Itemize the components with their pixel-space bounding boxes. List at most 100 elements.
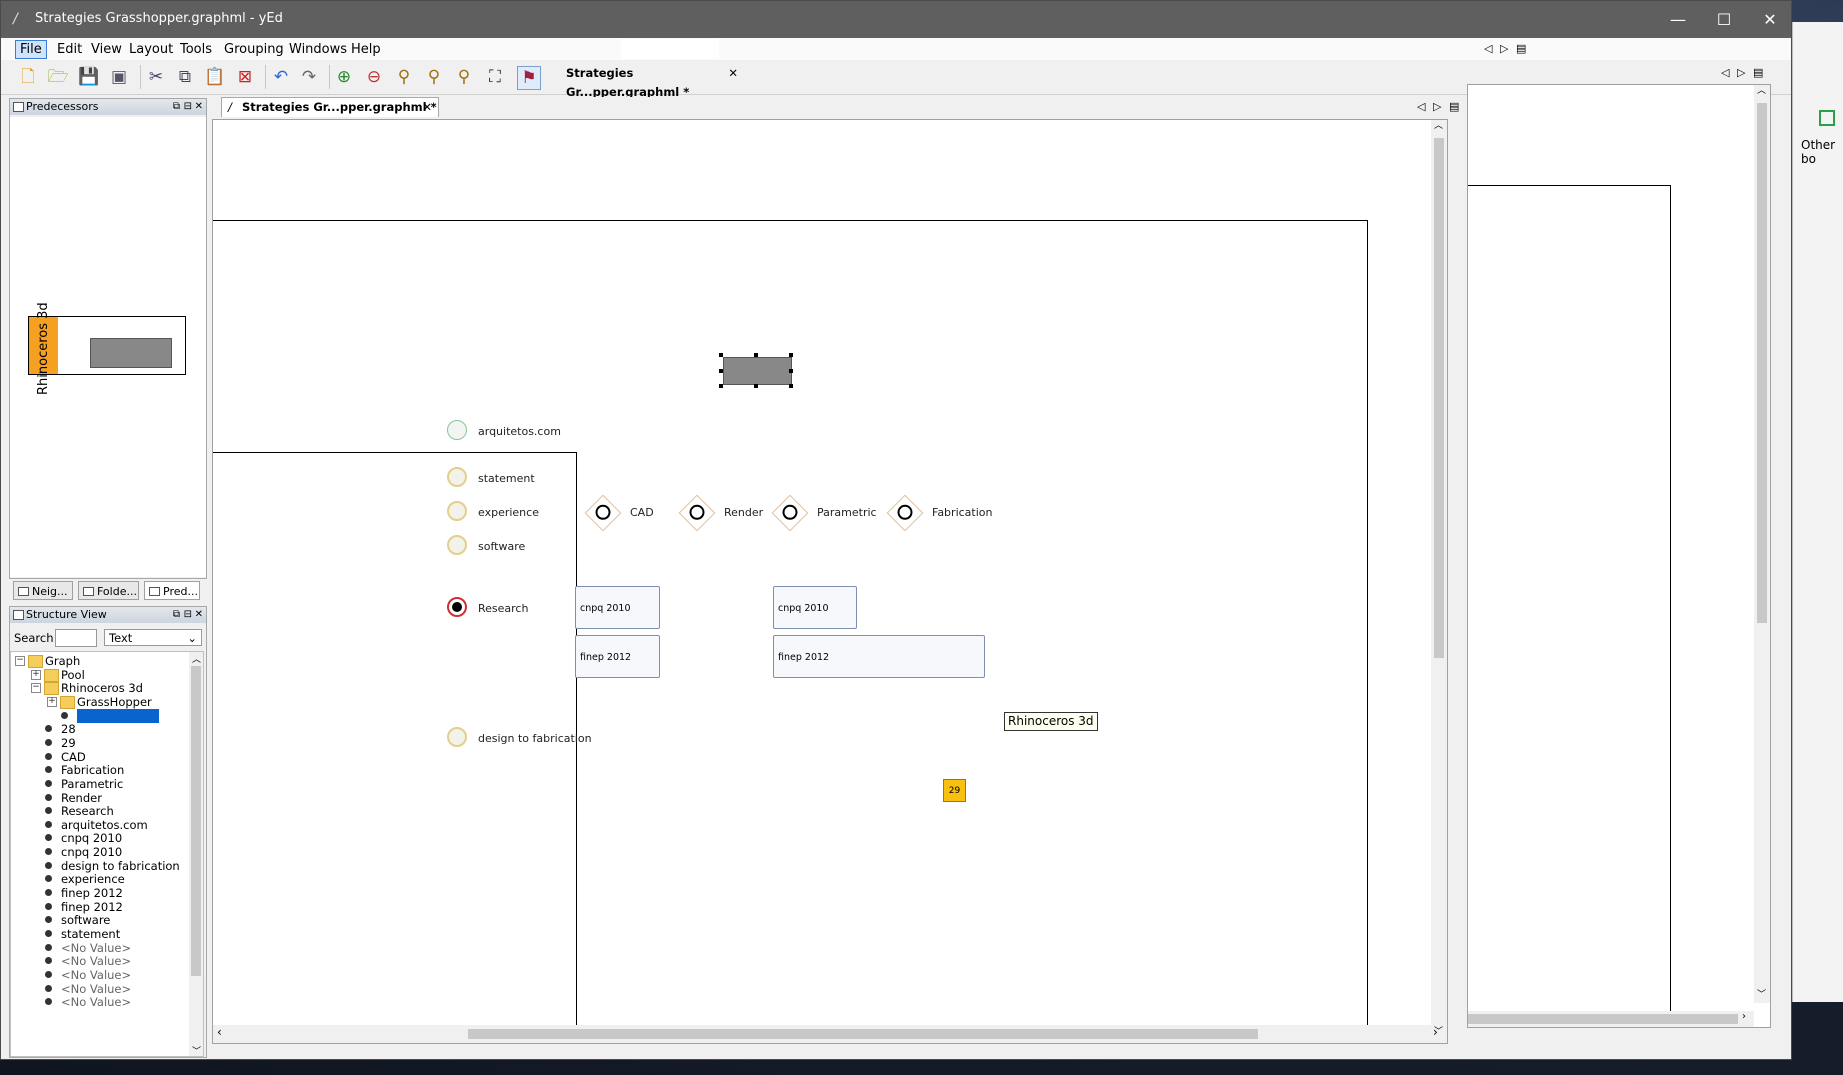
panel-float-icon[interactable]: ⧉: [173, 607, 180, 623]
tree-item[interactable]: Fabrication: [11, 763, 181, 777]
toolbar-doc-tab[interactable]: Strategies Gr...pper.graphml * ✕: [546, 64, 744, 99]
tab-neighborhood[interactable]: Neig...: [13, 581, 73, 600]
node-29[interactable]: 29: [943, 779, 966, 802]
tree-item[interactable]: <No Value>: [11, 995, 181, 1009]
node-finep-2012-a[interactable]: finep 2012: [575, 635, 660, 678]
tab-list-icon[interactable]: ▤: [1449, 100, 1459, 113]
fit-content-icon[interactable]: ⚲: [423, 66, 445, 88]
expand-icon[interactable]: +: [47, 696, 57, 707]
scroll-up-icon[interactable]: ︿: [1434, 120, 1443, 131]
scroll-up-icon[interactable]: ︿: [1757, 83, 1766, 96]
cut-icon[interactable]: ✂: [145, 66, 167, 88]
scroll-down-icon[interactable]: ﹀: [1757, 987, 1766, 1000]
tree-folder-item[interactable]: − Graph: [11, 654, 181, 668]
export-icon[interactable]: ▣: [108, 66, 130, 88]
tree-item[interactable]: cnpq 2010: [11, 845, 181, 859]
maximize-button[interactable]: ☐: [1701, 1, 1747, 38]
tree-item[interactable]: statement: [11, 927, 181, 941]
resize-handle[interactable]: [789, 353, 793, 357]
tree-item[interactable]: <No Value>: [11, 968, 181, 982]
menu-grouping[interactable]: Grouping: [220, 41, 288, 58]
menu-tools[interactable]: Tools: [176, 41, 216, 58]
secondary-hscroll[interactable]: ›: [1468, 1011, 1754, 1027]
paste-icon[interactable]: 📋: [204, 66, 226, 88]
toolbar-doc-tab-close-icon[interactable]: ✕: [728, 64, 738, 83]
tab-list-icon[interactable]: ▤: [1753, 66, 1763, 79]
tree-folder-item[interactable]: + GrassHopper: [11, 695, 181, 709]
tree-item[interactable]: cnpq 2010: [11, 831, 181, 845]
panel-float-icon[interactable]: ⧉: [173, 99, 180, 115]
tree-item[interactable]: <No Value>: [11, 941, 181, 955]
panel-close-icon[interactable]: ✕: [195, 99, 203, 115]
menu-quick-search[interactable]: [621, 39, 719, 59]
tab-scroll-left-icon[interactable]: ◁: [1721, 66, 1729, 79]
editor-doc-tab[interactable]: / Strategies Gr...pper.graphml * ✕: [221, 97, 439, 117]
scroll-left-icon[interactable]: ‹: [217, 1025, 222, 1039]
fit-window-icon[interactable]: ⛶: [484, 66, 506, 88]
node-finep-2012-b[interactable]: finep 2012: [773, 635, 985, 678]
expand-icon[interactable]: +: [31, 669, 41, 680]
tree-item[interactable]: software: [11, 913, 181, 927]
selected-node[interactable]: [723, 357, 792, 385]
collapse-icon[interactable]: −: [15, 656, 25, 666]
resize-handle[interactable]: [754, 384, 758, 388]
tree-item[interactable]: 28: [11, 722, 181, 736]
node-research[interactable]: [447, 597, 467, 617]
search-mode-select[interactable]: Text ⌄: [104, 629, 202, 646]
new-document-icon[interactable]: 🗋: [17, 66, 39, 88]
canvas-hscroll[interactable]: ‹ ›: [213, 1025, 1438, 1043]
tree-item[interactable]: Render: [11, 791, 181, 805]
tab-scroll-right-icon[interactable]: ▷: [1433, 100, 1441, 113]
graph-view-icon[interactable]: ⚑: [517, 66, 541, 90]
menu-edit[interactable]: Edit: [53, 41, 86, 58]
tree-item[interactable]: experience: [11, 872, 181, 886]
node-cnpq-2010-a[interactable]: cnpq 2010: [575, 586, 660, 629]
minimize-button[interactable]: —: [1655, 1, 1701, 38]
tree-item[interactable]: Research: [11, 804, 181, 818]
close-button[interactable]: ✕: [1747, 1, 1793, 38]
resize-handle[interactable]: [789, 384, 793, 388]
scroll-up-icon[interactable]: ︿: [192, 652, 201, 665]
node-cnpq-2010-b[interactable]: cnpq 2010: [773, 586, 857, 629]
panel-close-icon[interactable]: ✕: [195, 607, 203, 623]
resize-handle[interactable]: [719, 384, 723, 388]
scroll-right-icon[interactable]: ›: [1742, 1011, 1746, 1022]
secondary-canvas[interactable]: ︿ ﹀ ›: [1467, 84, 1771, 1028]
tab-folders[interactable]: Folde...: [78, 581, 139, 600]
tab-scroll-left-icon[interactable]: ◁: [1417, 100, 1425, 113]
tree-item[interactable]: Parametric: [11, 777, 181, 791]
delete-icon[interactable]: ⊠: [234, 66, 256, 88]
tree-item[interactable]: finep 2012: [11, 900, 181, 914]
menu-scroll-left-icon[interactable]: ◁: [1484, 42, 1492, 55]
undo-icon[interactable]: ↶: [270, 66, 292, 88]
node-software[interactable]: [447, 535, 467, 555]
resize-handle[interactable]: [789, 369, 793, 373]
copy-icon[interactable]: ⧉: [174, 66, 196, 88]
menu-scroll-right-icon[interactable]: ▷: [1500, 42, 1508, 55]
resize-handle[interactable]: [754, 353, 758, 357]
zoom-in-icon[interactable]: ⊕: [333, 66, 355, 88]
zoom-original-icon[interactable]: ⚲: [393, 66, 415, 88]
canvas-vscroll[interactable]: ︿ ﹀: [1431, 120, 1447, 1043]
tree-folder-item[interactable]: − Rhinoceros 3d: [11, 681, 181, 696]
node-arquitetos[interactable]: [447, 420, 467, 440]
tree-item[interactable]: <No Value>: [11, 982, 181, 996]
tree-scrollbar[interactable]: ︿ ﹀: [189, 652, 203, 1056]
node-statement[interactable]: [447, 467, 467, 487]
menu-layout[interactable]: Layout: [125, 41, 177, 58]
structure-tree[interactable]: − Graph + Pool − Rhinoceros 3d + GrassHopper <No…: [10, 651, 204, 1057]
tree-item[interactable]: design to fabrication: [11, 859, 181, 873]
predecessors-preview[interactable]: Rhinoceros 3d: [10, 117, 206, 577]
panel-pin-icon[interactable]: ⊟: [184, 99, 192, 115]
tree-item[interactable]: <No Value>: [11, 708, 181, 723]
tree-item[interactable]: CAD: [11, 750, 181, 764]
structure-search-input[interactable]: [55, 629, 97, 647]
graph-canvas[interactable]: arquitetos.com statement experience soft…: [212, 119, 1448, 1044]
secondary-vscroll[interactable]: ︿ ﹀: [1754, 85, 1770, 1003]
tree-item[interactable]: finep 2012: [11, 886, 181, 900]
open-document-icon[interactable]: 🗁: [47, 66, 69, 88]
node-experience[interactable]: [447, 501, 467, 521]
node-design-to-fabrication[interactable]: [447, 727, 467, 747]
resize-handle[interactable]: [719, 369, 723, 373]
tree-item[interactable]: arquitetos.com: [11, 818, 181, 832]
